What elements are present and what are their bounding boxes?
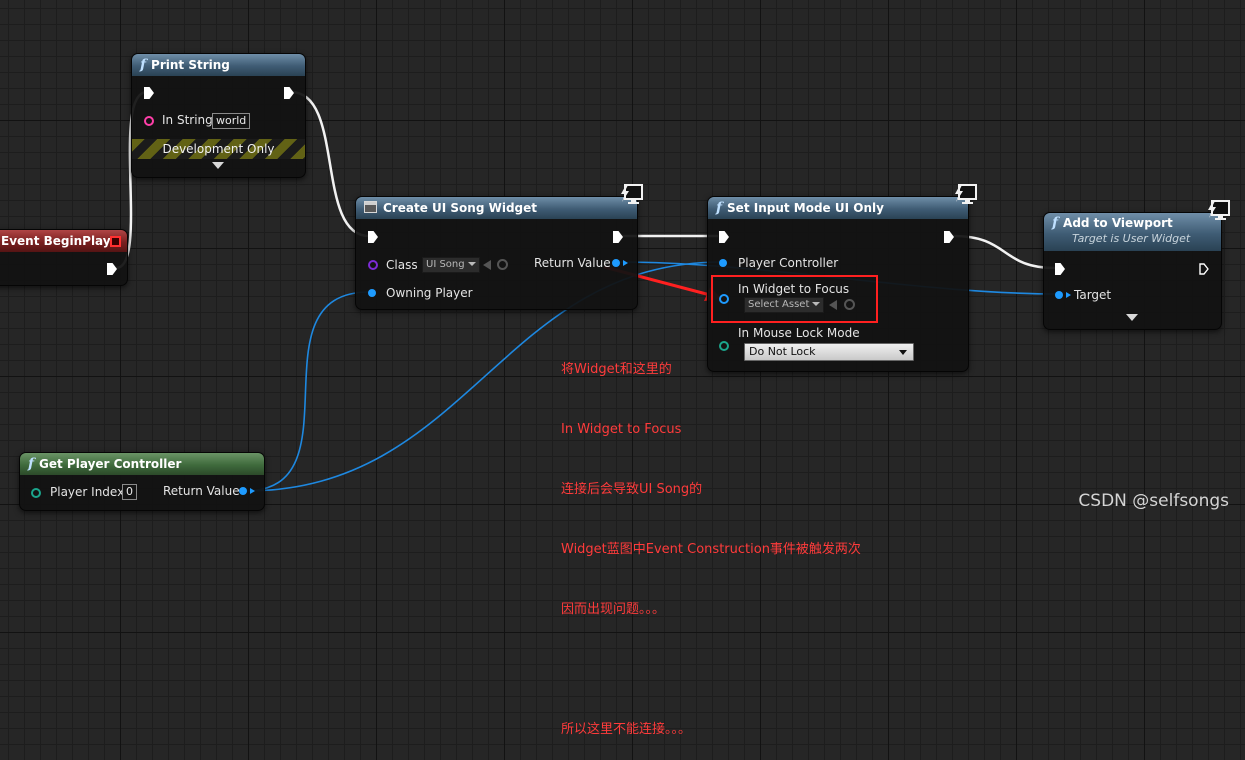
in-string-input[interactable]: world xyxy=(212,113,251,129)
expand-arrow-icon[interactable] xyxy=(1126,314,1138,321)
highlight-box xyxy=(711,275,878,323)
search-icon[interactable] xyxy=(497,259,508,270)
function-icon: f xyxy=(140,57,147,73)
event-delegate-icon[interactable] xyxy=(110,236,121,247)
set-input-mode-title: Set Input Mode UI Only xyxy=(727,201,884,215)
exec-out-pin[interactable] xyxy=(944,231,954,243)
print-string-node[interactable]: f Print String In String world Developmen… xyxy=(131,53,306,178)
class-select-value: UI Song xyxy=(426,259,465,270)
in-string-pin[interactable] xyxy=(144,116,154,126)
print-string-header: f Print String xyxy=(132,54,305,76)
exec-in-pin[interactable] xyxy=(1055,263,1065,275)
return-value-label: Return Value xyxy=(534,256,611,270)
return-value-label: Return Value xyxy=(163,484,240,498)
owning-player-label: Owning Player xyxy=(386,286,473,300)
watermark: CSDN @selfsongs xyxy=(1078,491,1229,511)
print-string-title: Print String xyxy=(151,58,230,72)
get-player-controller-node[interactable]: f Get Player Controller Player Index 0 Re… xyxy=(19,452,265,511)
annotation-text: 将Widget和这里的 In Widget to Focus 连接后会导致UI … xyxy=(561,320,861,760)
add-to-viewport-header: f Add to Viewport Target is User Widget xyxy=(1044,213,1221,251)
add-to-viewport-subtitle: Target is User Widget xyxy=(1072,232,1191,245)
player-controller-label: Player Controller xyxy=(738,256,839,270)
event-beginplay-title: Event BeginPlay xyxy=(1,234,111,248)
pin-arrow-icon xyxy=(623,260,628,266)
create-widget-title: Create UI Song Widget xyxy=(383,201,538,215)
set-input-mode-header: f Set Input Mode UI Only xyxy=(708,197,968,219)
player-index-pin[interactable] xyxy=(31,488,41,498)
annotation-line: 连接后会导致UI Song的 xyxy=(561,482,703,497)
function-icon: f xyxy=(28,456,35,472)
target-label: Target xyxy=(1074,288,1112,302)
class-label: Class xyxy=(386,258,418,272)
latent-monitor-icon xyxy=(1208,200,1230,220)
chevron-down-icon xyxy=(467,262,476,266)
return-value-pin[interactable] xyxy=(612,259,620,267)
expand-arrow-icon[interactable] xyxy=(212,162,224,169)
chevron-down-icon xyxy=(899,350,907,355)
class-select[interactable]: UI Song xyxy=(422,257,480,273)
browse-arrow-icon[interactable] xyxy=(483,260,491,270)
latent-monitor-icon xyxy=(621,184,643,204)
latent-monitor-icon xyxy=(955,184,977,204)
annotation-line xyxy=(561,660,861,680)
exec-out-pin[interactable] xyxy=(613,231,623,243)
event-beginplay-node[interactable]: Event BeginPlay xyxy=(0,229,128,286)
create-widget-node[interactable]: Create UI Song Widget Class UI Song Retu… xyxy=(355,196,638,310)
exec-out-pin[interactable] xyxy=(107,263,117,275)
annotation-line: 因而出现问题。。。 xyxy=(561,602,666,617)
player-controller-pin[interactable] xyxy=(719,259,727,267)
create-widget-header: Create UI Song Widget xyxy=(356,197,637,219)
exec-in-pin[interactable] xyxy=(144,87,154,99)
class-pin[interactable] xyxy=(368,260,378,270)
add-to-viewport-node[interactable]: f Add to Viewport Target is User Widget T… xyxy=(1043,212,1222,330)
pin-arrow-icon xyxy=(250,488,255,494)
in-string-label: In String xyxy=(162,113,213,127)
function-icon: f xyxy=(1052,215,1059,231)
annotation-line: 将Widget和这里的 xyxy=(561,362,672,377)
exec-out-pin[interactable] xyxy=(1199,263,1209,275)
function-icon: f xyxy=(716,200,723,216)
add-to-viewport-title: Add to Viewport xyxy=(1063,216,1173,230)
exec-in-pin[interactable] xyxy=(719,231,729,243)
event-beginplay-header: Event BeginPlay xyxy=(0,230,127,252)
annotation-line: In Widget to Focus xyxy=(561,422,682,437)
get-player-controller-title: Get Player Controller xyxy=(39,457,182,471)
player-index-input[interactable]: 0 xyxy=(122,484,137,500)
owning-player-pin[interactable] xyxy=(368,289,376,297)
annotation-line: 所以这里不能连接。。。 xyxy=(561,722,692,737)
exec-out-hollow-icon xyxy=(1199,263,1209,275)
get-player-controller-header: f Get Player Controller xyxy=(20,453,264,475)
pin-arrow-icon xyxy=(1066,292,1071,298)
annotation-line: Widget蓝图中Event Construction事件被触发两次 xyxy=(561,542,861,557)
target-pin[interactable] xyxy=(1055,291,1063,299)
return-value-pin[interactable] xyxy=(239,487,247,495)
exec-out-pin[interactable] xyxy=(284,87,294,99)
widget-class-icon xyxy=(364,201,377,213)
exec-in-pin[interactable] xyxy=(368,231,378,243)
player-index-label: Player Index xyxy=(50,485,125,499)
development-only-banner: Development Only xyxy=(132,139,305,159)
